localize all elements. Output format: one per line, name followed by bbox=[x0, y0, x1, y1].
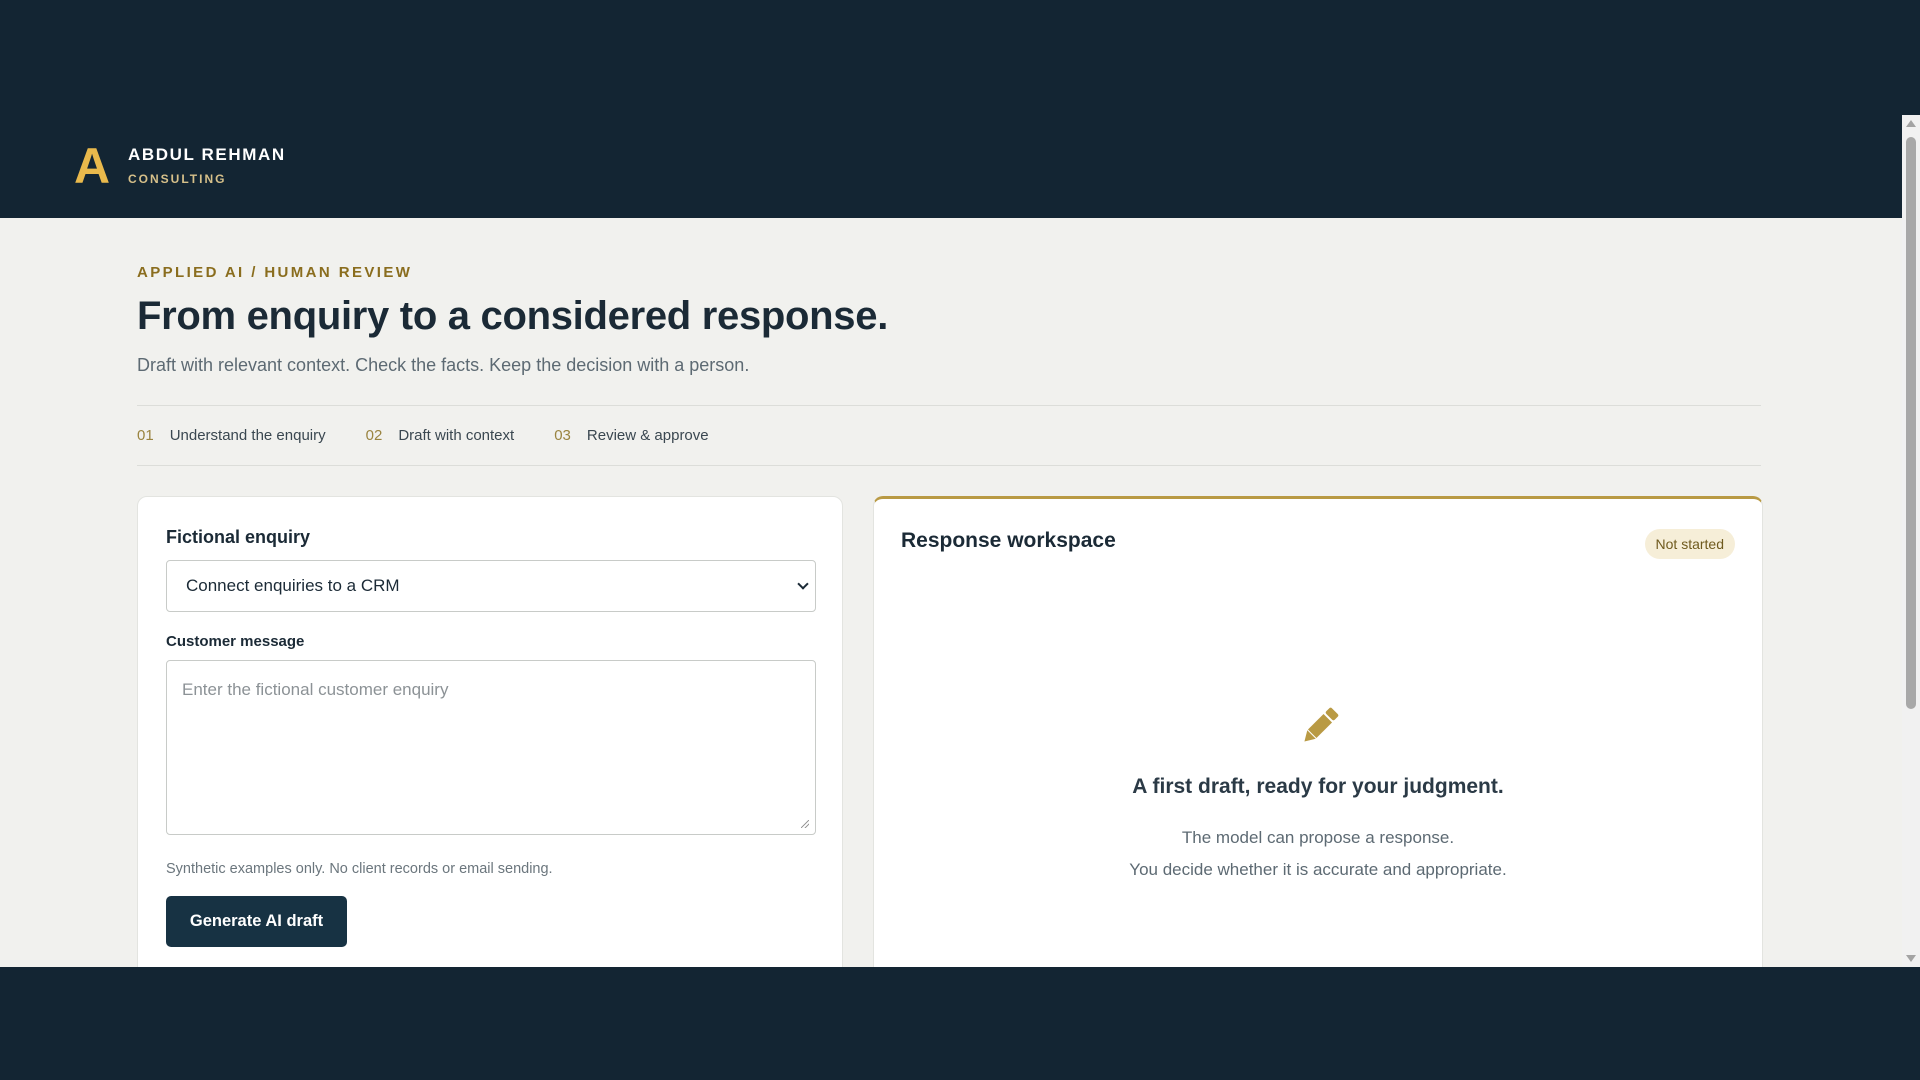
resize-grip-icon[interactable] bbox=[801, 820, 809, 828]
vertical-scrollbar[interactable] bbox=[1902, 115, 1920, 967]
pencil-icon bbox=[1304, 707, 1339, 742]
customer-message-placeholder: Enter the fictional customer enquiry bbox=[182, 680, 449, 699]
process-steps: 01 Understand the enquiry 02 Draft with … bbox=[137, 427, 749, 444]
empty-state-text: You decide whether it is accurate and ap… bbox=[1129, 860, 1507, 879]
customer-message-label: Customer message bbox=[166, 633, 305, 650]
site-header bbox=[0, 115, 1902, 218]
step-label: Draft with context bbox=[398, 427, 515, 444]
brand-logo-mark[interactable]: A bbox=[74, 141, 110, 191]
section-eyebrow: APPLIED AI / HUMAN REVIEW bbox=[137, 264, 413, 281]
enquiry-card-heading: Fictional enquiry bbox=[166, 527, 311, 547]
page-title: From enquiry to a considered response. bbox=[137, 294, 889, 338]
enquiry-card: Fictional enquiry Connect enquiries to a… bbox=[137, 496, 843, 967]
empty-state-title: A first draft, ready for your judgment. bbox=[1132, 775, 1504, 798]
chevron-down-icon[interactable] bbox=[797, 578, 809, 590]
step-number: 03 bbox=[554, 427, 571, 444]
scrollbar-thumb[interactable] bbox=[1906, 137, 1916, 709]
step-understand: 01 Understand the enquiry bbox=[137, 427, 326, 444]
scroll-down-arrow-icon[interactable] bbox=[1906, 955, 1916, 962]
enquiry-select[interactable]: Connect enquiries to a CRM bbox=[166, 560, 816, 612]
divider bbox=[137, 405, 1761, 406]
brand-subtitle: CONSULTING bbox=[128, 172, 227, 186]
main-content: APPLIED AI / HUMAN REVIEW From enquiry t… bbox=[0, 218, 1902, 967]
helper-text: Synthetic examples only. No client recor… bbox=[166, 861, 553, 877]
page-subtitle: Draft with relevant context. Check the f… bbox=[137, 355, 750, 375]
step-label: Understand the enquiry bbox=[169, 427, 326, 444]
step-number: 02 bbox=[365, 427, 383, 444]
empty-state-text: The model can propose a response. bbox=[1181, 828, 1455, 847]
enquiry-select-value: Connect enquiries to a CRM bbox=[186, 576, 400, 595]
scroll-up-arrow-icon[interactable] bbox=[1906, 120, 1916, 127]
step-label: Review & approve bbox=[586, 427, 709, 444]
step-number: 01 bbox=[137, 427, 154, 444]
step-review: 03 Review & approve bbox=[554, 427, 708, 444]
workspace-heading: Response workspace bbox=[901, 529, 1116, 552]
brand-name[interactable]: ABDUL REHMAN bbox=[128, 145, 286, 165]
status-badge: Not started bbox=[1644, 529, 1735, 559]
divider bbox=[137, 465, 1761, 466]
response-workspace-card: Response workspace Not started A first d… bbox=[873, 496, 1763, 967]
generate-ai-draft-button[interactable]: Generate AI draft bbox=[166, 896, 347, 947]
step-draft: 02 Draft with context bbox=[366, 427, 515, 444]
customer-message-input[interactable]: Enter the fictional customer enquiry bbox=[166, 660, 816, 835]
